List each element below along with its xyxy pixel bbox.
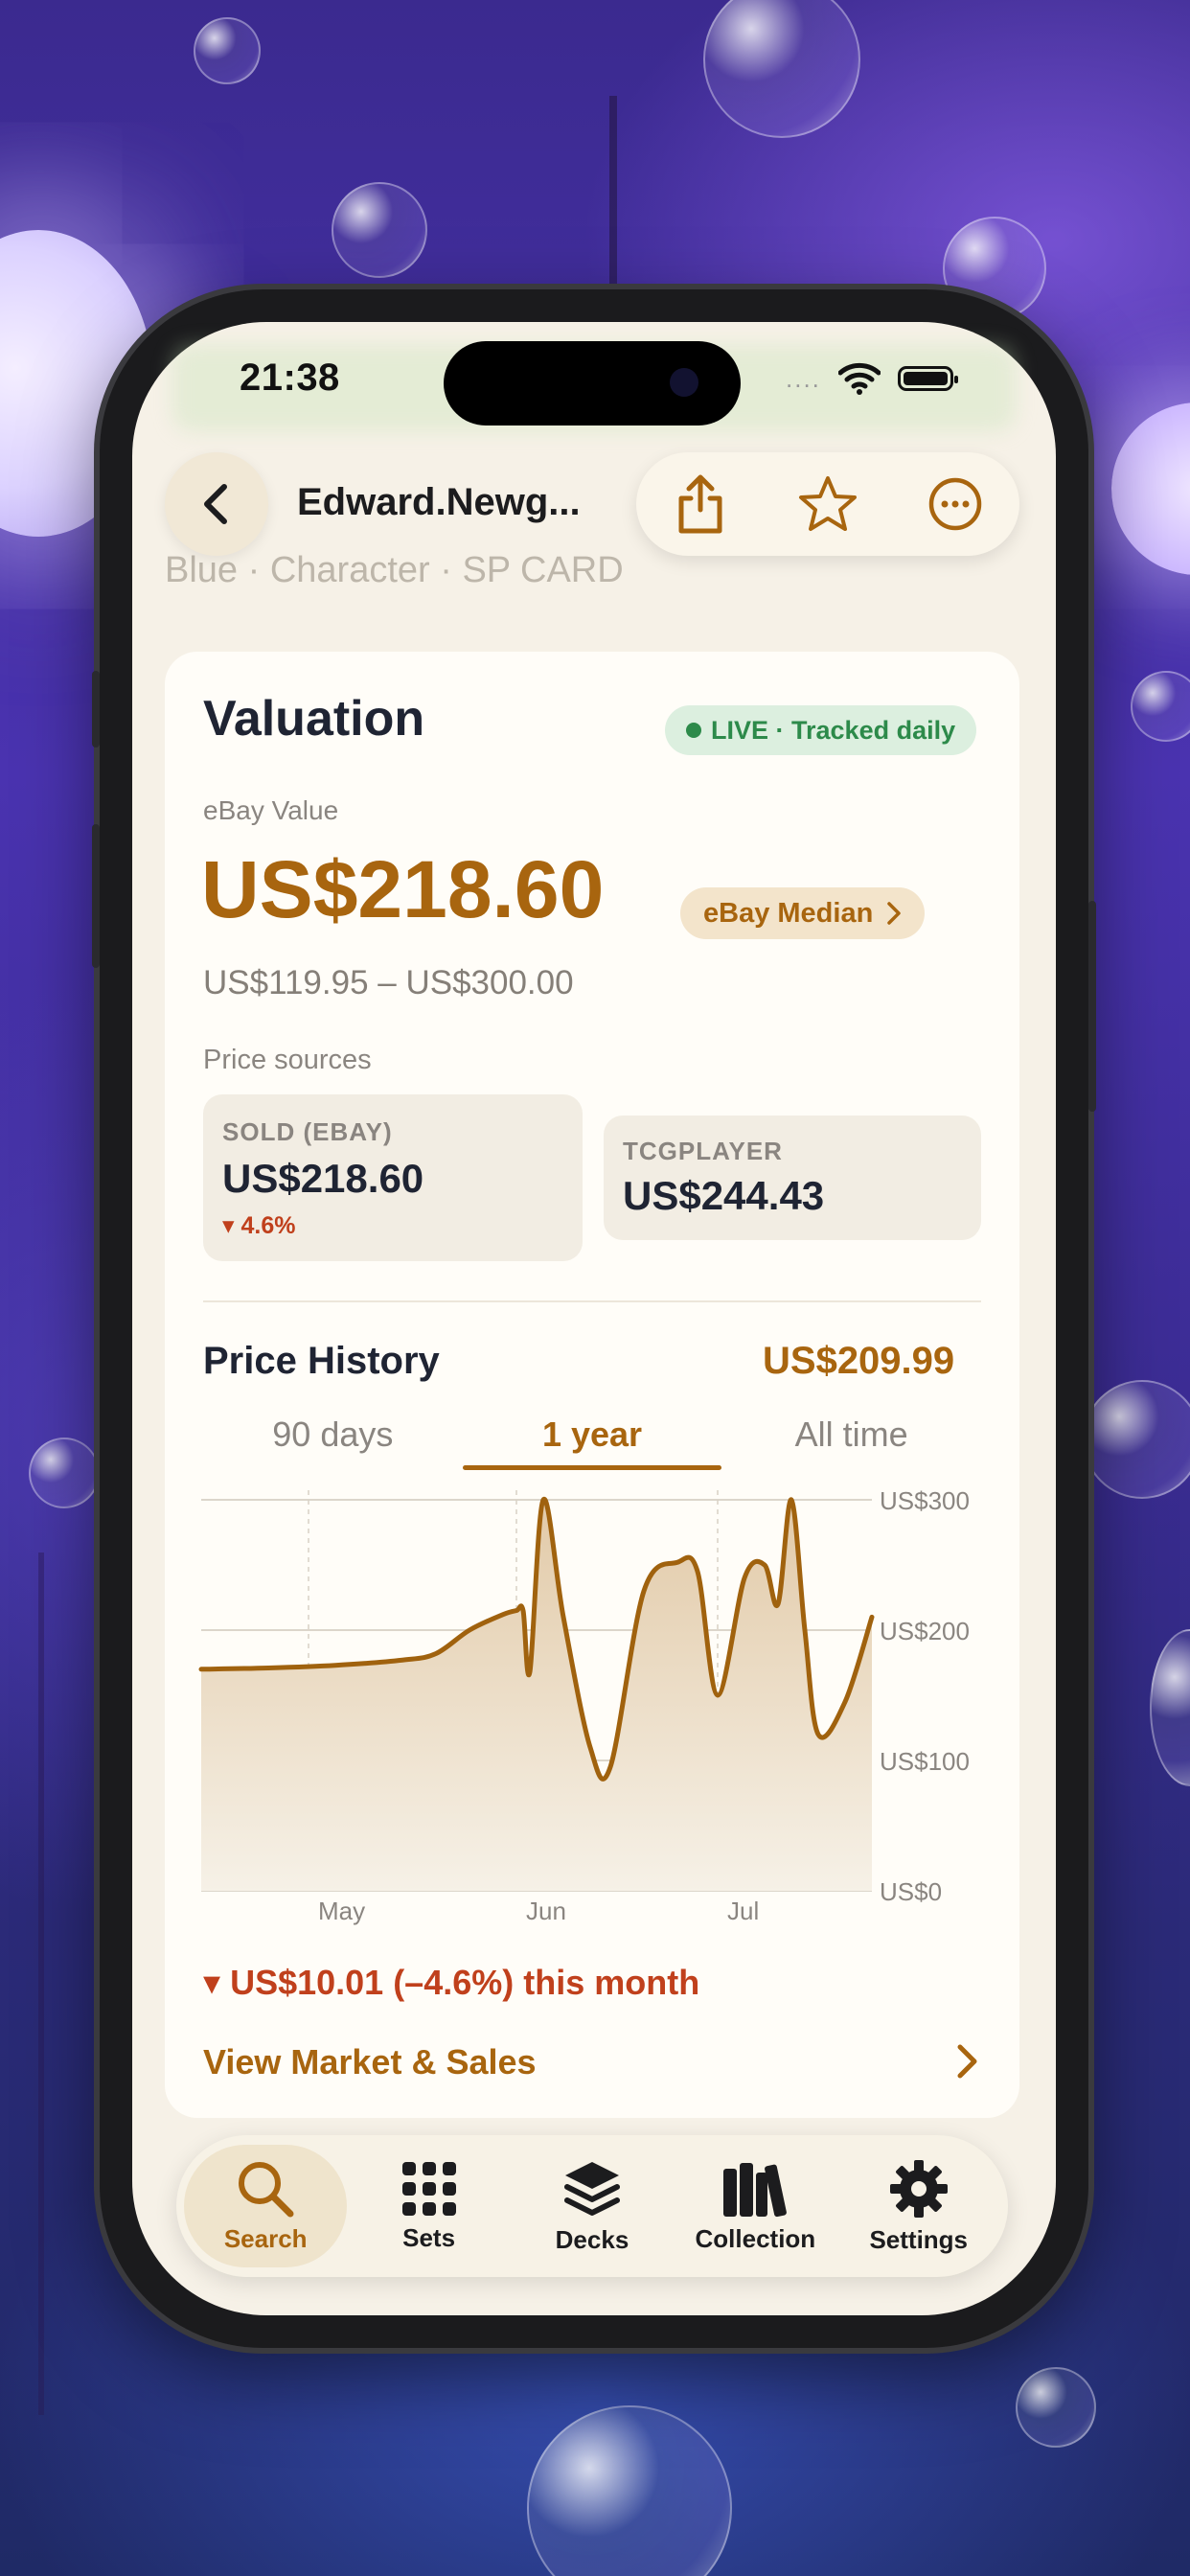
bubble-decoration [1016, 2367, 1096, 2448]
y-tick-label: US$200 [880, 1617, 970, 1645]
live-badge: LIVE · Tracked daily [665, 705, 977, 755]
ebay-value-price: US$218.60 [201, 844, 605, 934]
share-icon [678, 474, 722, 534]
x-tick-label: Jul [727, 1897, 759, 1925]
tab-sets[interactable]: Sets [348, 2145, 511, 2267]
bubble-decoration [332, 182, 427, 278]
tab-decks[interactable]: Decks [511, 2145, 674, 2267]
battery-icon [897, 366, 958, 391]
range-tabs: 90 days 1 year All time [203, 1411, 981, 1478]
tab-all-time[interactable]: All time [721, 1411, 981, 1478]
x-tick-label: Jun [526, 1897, 566, 1925]
y-tick-label: US$0 [880, 1877, 942, 1906]
tab-collection-label: Collection [695, 2223, 816, 2253]
star-icon [798, 476, 857, 531]
page-title: Edward.Newg... [297, 481, 581, 523]
chevron-right-icon [887, 902, 902, 925]
bubble-decoration [29, 1438, 100, 1508]
share-button[interactable] [662, 466, 739, 542]
phone-side-button [92, 824, 100, 968]
live-badge-label: LIVE · Tracked daily [711, 715, 956, 745]
source-change: ▾ 4.6% [222, 1212, 296, 1239]
signal-dots: .... [786, 363, 821, 393]
price-sources-label: Price sources [203, 1045, 372, 1075]
ship-mast-decoration [38, 1552, 44, 2415]
source-price: US$218.60 [222, 1156, 424, 1201]
bubble-decoration [703, 0, 860, 138]
more-icon [929, 477, 982, 531]
tab-search-label: Search [223, 2223, 308, 2253]
favorite-button[interactable] [790, 466, 866, 542]
tab-settings-label: Settings [869, 2224, 969, 2254]
price-history-title: Price History [203, 1340, 440, 1382]
chevron-left-icon [204, 484, 227, 524]
bubble-decoration [1150, 1629, 1190, 1786]
source-price: US$244.43 [623, 1173, 825, 1218]
tab-search[interactable]: Search [184, 2145, 348, 2267]
tab-90-days[interactable]: 90 days [203, 1411, 463, 1478]
ebay-median-chip[interactable]: eBay Median [680, 887, 926, 939]
card-subtitle: Blue · Character · SP CARD [165, 550, 624, 590]
phone-side-button [92, 671, 100, 748]
more-button[interactable] [917, 466, 994, 542]
phone-side-button [1088, 901, 1096, 1112]
view-market-link[interactable]: View Market & Sales [203, 2042, 537, 2082]
monthly-change: ▾ US$10.01 (–4.6%) this month [203, 1963, 700, 2002]
wifi-icon [837, 362, 881, 395]
price-source-tcgplayer[interactable]: TCGPLAYER US$244.43 [604, 1116, 981, 1240]
valuation-title: Valuation [203, 691, 425, 747]
x-tick-label: May [318, 1897, 365, 1925]
chevron-right-icon[interactable] [954, 2042, 981, 2085]
gear-icon [889, 2159, 948, 2218]
price-source-ebay[interactable]: SOLD (EBAY) US$218.60 ▾ 4.6% [203, 1094, 583, 1261]
header-actions [636, 452, 1019, 556]
status-time: 21:38 [240, 356, 340, 399]
price-range: US$119.95 – US$300.00 [203, 964, 574, 1001]
source-label: TCGPLAYER [623, 1137, 783, 1165]
price-history-current: US$209.99 [763, 1340, 955, 1382]
layers-icon [563, 2161, 620, 2216]
y-tick-label: US$300 [880, 1486, 970, 1515]
tab-settings[interactable]: Settings [837, 2145, 1000, 2267]
divider [203, 1300, 981, 1302]
y-tick-label: US$100 [880, 1747, 970, 1776]
dynamic-island [444, 341, 741, 426]
tab-collection[interactable]: Collection [674, 2145, 836, 2267]
books-icon [723, 2162, 788, 2217]
bubble-decoration [527, 2405, 732, 2576]
ship-mast-decoration [609, 96, 617, 307]
price-history-chart: US$300 US$200 US$100 US$0 May Jun Jul [198, 1486, 970, 1925]
search-icon [239, 2161, 294, 2217]
live-dot-icon [686, 723, 701, 738]
ebay-value-label: eBay Value [203, 795, 339, 825]
bubble-decoration [1131, 671, 1190, 742]
moon-decoration [1111, 402, 1190, 575]
bubble-decoration [194, 17, 261, 84]
back-button[interactable] [165, 452, 268, 556]
bubble-decoration [1083, 1380, 1190, 1499]
source-label: SOLD (EBAY) [222, 1117, 393, 1146]
ebay-median-label: eBay Median [703, 897, 874, 929]
tab-1-year[interactable]: 1 year [462, 1411, 722, 1478]
tab-sets-label: Sets [402, 2222, 456, 2252]
status-icons: .... [786, 362, 958, 395]
grid-icon [401, 2161, 456, 2216]
tab-decks-label: Decks [555, 2224, 629, 2254]
tab-bar: Search Sets Decks Collection Settings [176, 2135, 1008, 2277]
